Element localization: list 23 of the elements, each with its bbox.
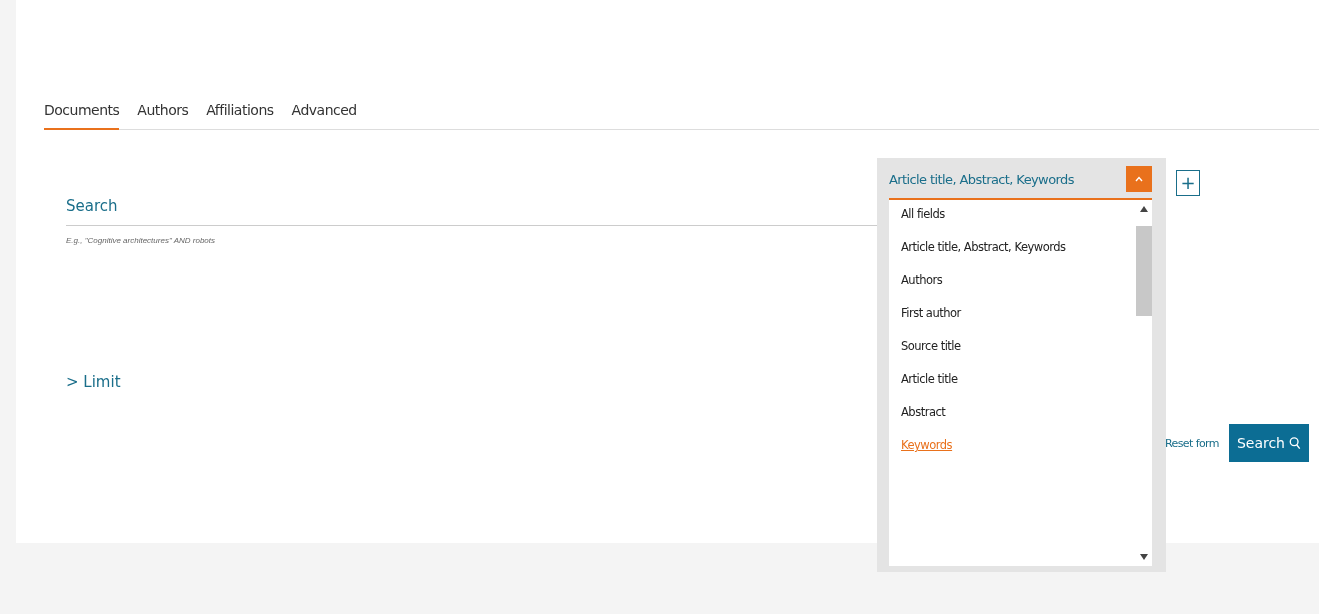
add-field-button[interactable]: + bbox=[1176, 170, 1200, 196]
search-button[interactable]: Search bbox=[1228, 424, 1309, 462]
scroll-up-icon[interactable] bbox=[1140, 206, 1148, 212]
scrollbar-thumb[interactable] bbox=[1136, 226, 1152, 316]
collapse-button[interactable] bbox=[1126, 166, 1152, 192]
option[interactable]: Article title, Abstract, Keywords bbox=[901, 233, 1136, 266]
field-select[interactable]: Article title, Abstract, Keywords bbox=[889, 171, 1074, 187]
option[interactable]: Source title bbox=[901, 332, 1136, 365]
option[interactable]: First author bbox=[901, 299, 1136, 332]
option[interactable]: Authors bbox=[901, 266, 1136, 299]
tab[interactable]: Documents bbox=[44, 102, 120, 130]
option[interactable]: Abstract bbox=[901, 398, 1136, 431]
caret-up-icon bbox=[1134, 175, 1144, 183]
tab[interactable]: Advanced bbox=[291, 102, 357, 129]
option[interactable]: All fields bbox=[901, 200, 1136, 233]
search-field-label: Search bbox=[66, 197, 118, 215]
option[interactable]: Article title bbox=[901, 365, 1136, 398]
tab[interactable]: Authors bbox=[137, 102, 189, 129]
reset-form-link[interactable]: Reset form bbox=[1165, 436, 1219, 450]
search-icon bbox=[1289, 436, 1301, 450]
scroll-down-icon[interactable] bbox=[1140, 554, 1148, 560]
limit-toggle[interactable]: > Limit bbox=[66, 373, 121, 391]
tab[interactable]: Affiliations bbox=[206, 102, 274, 129]
